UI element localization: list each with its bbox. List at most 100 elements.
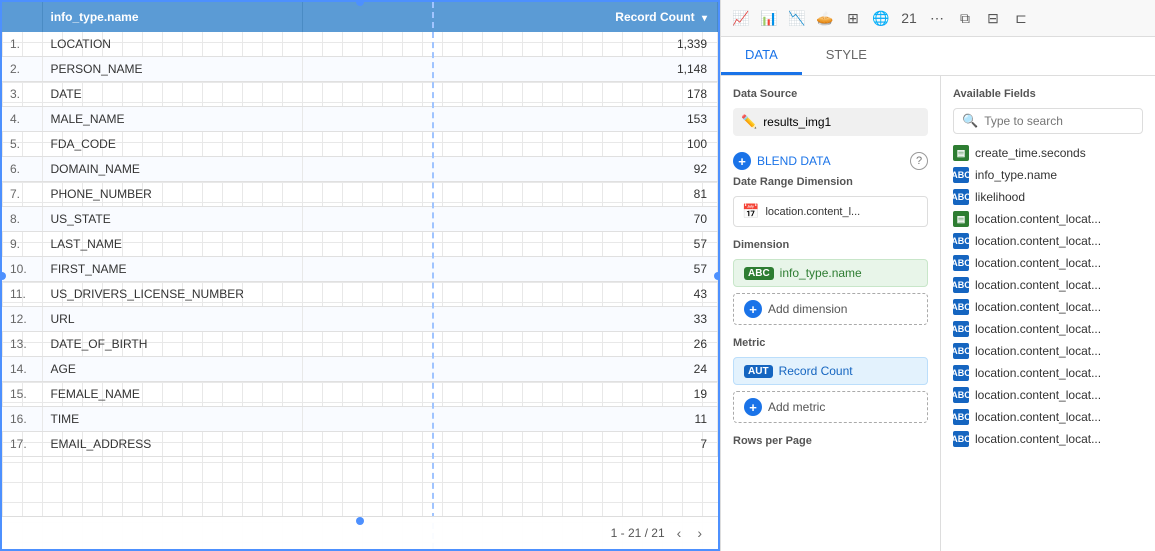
field-item[interactable]: ABC likelihood: [953, 186, 1143, 208]
scatter-chart-icon[interactable]: ⋯: [925, 6, 949, 30]
field-item[interactable]: ▤ location.content_locat...: [953, 208, 1143, 230]
bar-chart-icon[interactable]: 📊: [757, 6, 781, 30]
table-row: 17. EMAIL_ADDRESS 7: [2, 432, 718, 457]
handle-bottom[interactable]: [356, 517, 364, 525]
tab-style[interactable]: STYLE: [802, 37, 891, 75]
col-header-info-type[interactable]: info_type.name: [42, 2, 302, 32]
info-type-cell: AGE: [42, 357, 302, 382]
chart-type-toolbar: 📈 📊 📉 🥧 ⊞ 🌐 21 ⋯ ⧉ ⊟ ⊏: [721, 0, 1155, 37]
field-item[interactable]: ABC location.content_locat...: [953, 362, 1143, 384]
field-label: location.content_locat...: [975, 432, 1101, 446]
field-label: location.content_locat...: [975, 234, 1101, 248]
add-metric-row[interactable]: + Add metric: [733, 391, 928, 423]
field-item[interactable]: ABC location.content_locat...: [953, 252, 1143, 274]
field-item[interactable]: ▤ create_time.seconds: [953, 142, 1143, 164]
config-column: Data Source ✏️ results_img1 + BLEND DATA…: [721, 76, 941, 551]
table-row: 12. URL 33: [2, 307, 718, 332]
table-container: info_type.name Record Count ▾ 1. LOCATIO…: [2, 2, 718, 549]
add-dimension-icon: +: [744, 300, 762, 318]
field-item[interactable]: ABC location.content_locat...: [953, 318, 1143, 340]
record-count-cell: 33: [302, 307, 718, 332]
record-count-cell: 178: [302, 82, 718, 107]
search-icon: 🔍: [962, 113, 978, 129]
treemap-icon[interactable]: ⊟: [981, 6, 1005, 30]
rows-per-page-title: Rows per Page: [733, 435, 928, 447]
row-num-cell: 8.: [2, 207, 42, 232]
record-count-cell: 153: [302, 107, 718, 132]
field-type-icon: ABC: [953, 299, 969, 315]
field-item[interactable]: ABC info_type.name: [953, 164, 1143, 186]
pagination-text: 1 - 21 / 21: [611, 526, 665, 540]
row-num-cell: 15.: [2, 382, 42, 407]
col-header-row-num: [2, 2, 42, 32]
prev-page-button[interactable]: ‹: [673, 523, 686, 543]
handle-right[interactable]: [714, 272, 720, 280]
bullet-chart-icon[interactable]: ⊏: [1009, 6, 1033, 30]
data-source-name: results_img1: [763, 115, 831, 129]
field-type-icon: ABC: [953, 233, 969, 249]
pie-chart-icon[interactable]: 🥧: [813, 6, 837, 30]
record-count-cell: 1,148: [302, 57, 718, 82]
field-item[interactable]: ABC location.content_locat...: [953, 406, 1143, 428]
table-chart-icon[interactable]: ⊞: [841, 6, 865, 30]
data-source-row[interactable]: ✏️ results_img1: [733, 108, 928, 136]
field-search-box[interactable]: 🔍: [953, 108, 1143, 134]
field-item[interactable]: ABC location.content_locat...: [953, 428, 1143, 450]
field-item[interactable]: ABC location.content_locat...: [953, 230, 1143, 252]
field-type-icon: ▤: [953, 211, 969, 227]
metric-box[interactable]: AUT Record Count: [733, 357, 928, 385]
field-type-icon: ABC: [953, 409, 969, 425]
info-type-cell: DATE: [42, 82, 302, 107]
scorecard-icon[interactable]: 21: [897, 6, 921, 30]
tab-data[interactable]: DATA: [721, 37, 802, 75]
info-type-cell: MALE_NAME: [42, 107, 302, 132]
row-num-cell: 5.: [2, 132, 42, 157]
field-item[interactable]: ABC location.content_locat...: [953, 296, 1143, 318]
field-type-icon: ABC: [953, 255, 969, 271]
col-header-record-count[interactable]: Record Count ▾: [302, 2, 718, 32]
table-panel: info_type.name Record Count ▾ 1. LOCATIO…: [0, 0, 720, 551]
info-type-cell: PERSON_NAME: [42, 57, 302, 82]
field-label: location.content_locat...: [975, 212, 1101, 226]
dimension-box[interactable]: ABC info_type.name: [733, 259, 928, 287]
available-fields-title: Available Fields: [953, 88, 1143, 100]
row-num-cell: 11.: [2, 282, 42, 307]
blend-data-row[interactable]: + BLEND DATA ?: [733, 146, 928, 176]
table-row: 3. DATE 178: [2, 82, 718, 107]
field-label: location.content_locat...: [975, 344, 1101, 358]
field-item[interactable]: ABC location.content_locat...: [953, 340, 1143, 362]
record-count-cell: 24: [302, 357, 718, 382]
record-count-cell: 100: [302, 132, 718, 157]
record-count-cell: 11: [302, 407, 718, 432]
geo-chart-icon[interactable]: 🌐: [869, 6, 893, 30]
data-table: info_type.name Record Count ▾ 1. LOCATIO…: [2, 2, 718, 457]
field-item[interactable]: ABC location.content_locat...: [953, 384, 1143, 406]
row-num-cell: 9.: [2, 232, 42, 257]
data-source-title: Data Source: [733, 88, 928, 100]
table-row: 11. US_DRIVERS_LICENSE_NUMBER 43: [2, 282, 718, 307]
add-dimension-row[interactable]: + Add dimension: [733, 293, 928, 325]
info-type-cell: FIRST_NAME: [42, 257, 302, 282]
field-type-icon: ABC: [953, 365, 969, 381]
record-count-cell: 57: [302, 257, 718, 282]
row-num-cell: 6.: [2, 157, 42, 182]
date-range-title: Date Range Dimension: [733, 176, 928, 188]
add-dimension-label: Add dimension: [768, 302, 847, 316]
next-page-button[interactable]: ›: [693, 523, 706, 543]
help-icon[interactable]: ?: [910, 152, 928, 170]
field-search-input[interactable]: [984, 114, 1134, 128]
date-range-value: location.content_l...: [765, 206, 860, 218]
field-item[interactable]: ABC location.content_locat...: [953, 274, 1143, 296]
table-row: 5. FDA_CODE 100: [2, 132, 718, 157]
line-chart-icon[interactable]: 📈: [729, 6, 753, 30]
info-type-cell: TIME: [42, 407, 302, 432]
field-label: create_time.seconds: [975, 146, 1086, 160]
combo-chart-icon[interactable]: ⧉: [953, 6, 977, 30]
panel-content: Data Source ✏️ results_img1 + BLEND DATA…: [721, 76, 1155, 551]
field-label: location.content_locat...: [975, 410, 1101, 424]
date-range-box[interactable]: 📅 location.content_l...: [733, 196, 928, 227]
area-chart-icon[interactable]: 📉: [785, 6, 809, 30]
field-label: likelihood: [975, 190, 1025, 204]
field-label: location.content_locat...: [975, 278, 1101, 292]
blend-data-add-icon: +: [733, 152, 751, 170]
